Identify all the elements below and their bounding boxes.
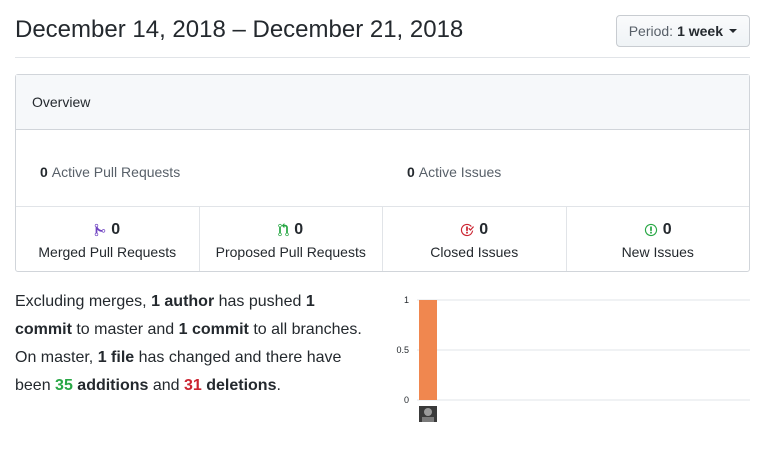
period-select-button[interactable]: Period: 1 week (615, 15, 750, 47)
active-issues-count: 0 (407, 164, 415, 180)
contributors-chart: 10.50 (396, 295, 750, 405)
y-tick-label: 0 (404, 395, 409, 405)
author-avatar[interactable] (419, 406, 437, 422)
closed-issues-count: 0 (479, 221, 489, 238)
new-issues-label: New Issues (621, 244, 694, 260)
additions-count: 35 (55, 377, 73, 394)
additions-label: additions (72, 377, 149, 394)
active-prs-count: 0 (40, 164, 48, 180)
merged-prs-label: Merged Pull Requests (38, 244, 177, 260)
new-issues-count: 0 (662, 221, 672, 238)
files-changed: 1 file (97, 349, 135, 366)
summary-row: 0 Active Pull Requests 0 Active Issues (16, 130, 749, 207)
period-label: Period: (628, 23, 674, 39)
summary-text: to master and (71, 321, 179, 338)
issue-opened-icon (644, 223, 657, 237)
date-range-title: December 14, 2018 – December 21, 2018 (15, 16, 464, 43)
commits-all-link[interactable]: 1 commit (179, 321, 249, 338)
active-pull-requests[interactable]: 0 Active Pull Requests (40, 164, 180, 180)
stat-merged-prs[interactable]: 0 Merged Pull Requests (16, 207, 200, 271)
summary-text: and (148, 377, 184, 394)
page-header: December 14, 2018 – December 21, 2018 Pe… (15, 0, 750, 58)
stat-proposed-prs[interactable]: 0 Proposed Pull Requests (200, 207, 383, 271)
overview-box: Overview 0 Active Pull Requests 0 Active I… (15, 74, 750, 272)
authors-link[interactable]: 1 author (151, 293, 214, 310)
proposed-prs-count: 0 (294, 221, 304, 238)
issue-closed-icon (461, 223, 475, 237)
deletions-count: 31 (184, 377, 202, 394)
active-issues[interactable]: 0 Active Issues (407, 164, 501, 180)
chart-bar[interactable] (419, 300, 437, 400)
y-tick-label: 0.5 (396, 345, 409, 355)
active-issues-label: Active Issues (418, 164, 502, 180)
stat-closed-issues[interactable]: 0 Closed Issues (383, 207, 567, 271)
avatar-image (419, 406, 437, 422)
stats-row: 0 Merged Pull Requests 0 Proposed Pull R… (16, 207, 749, 271)
proposed-prs-label: Proposed Pull Requests (215, 244, 366, 260)
deletions-label: deletions (201, 377, 277, 394)
git-pull-request-icon (278, 223, 290, 237)
closed-issues-label: Closed Issues (430, 244, 519, 260)
git-merge-icon (95, 223, 106, 237)
commit-summary: Excluding merges, 1 author has pushed 1 … (15, 288, 375, 400)
summary-text: . (276, 377, 281, 394)
chevron-down-icon (729, 29, 737, 33)
merged-prs-count: 0 (111, 221, 121, 238)
stat-new-issues[interactable]: 0 New Issues (567, 207, 750, 271)
active-prs-label: Active Pull Requests (51, 164, 181, 180)
summary-text: Excluding merges, (15, 293, 152, 310)
period-value: 1 week (677, 23, 723, 39)
overview-title: Overview (16, 75, 749, 130)
summary-text: has pushed (214, 293, 306, 310)
y-tick-label: 1 (404, 295, 409, 305)
